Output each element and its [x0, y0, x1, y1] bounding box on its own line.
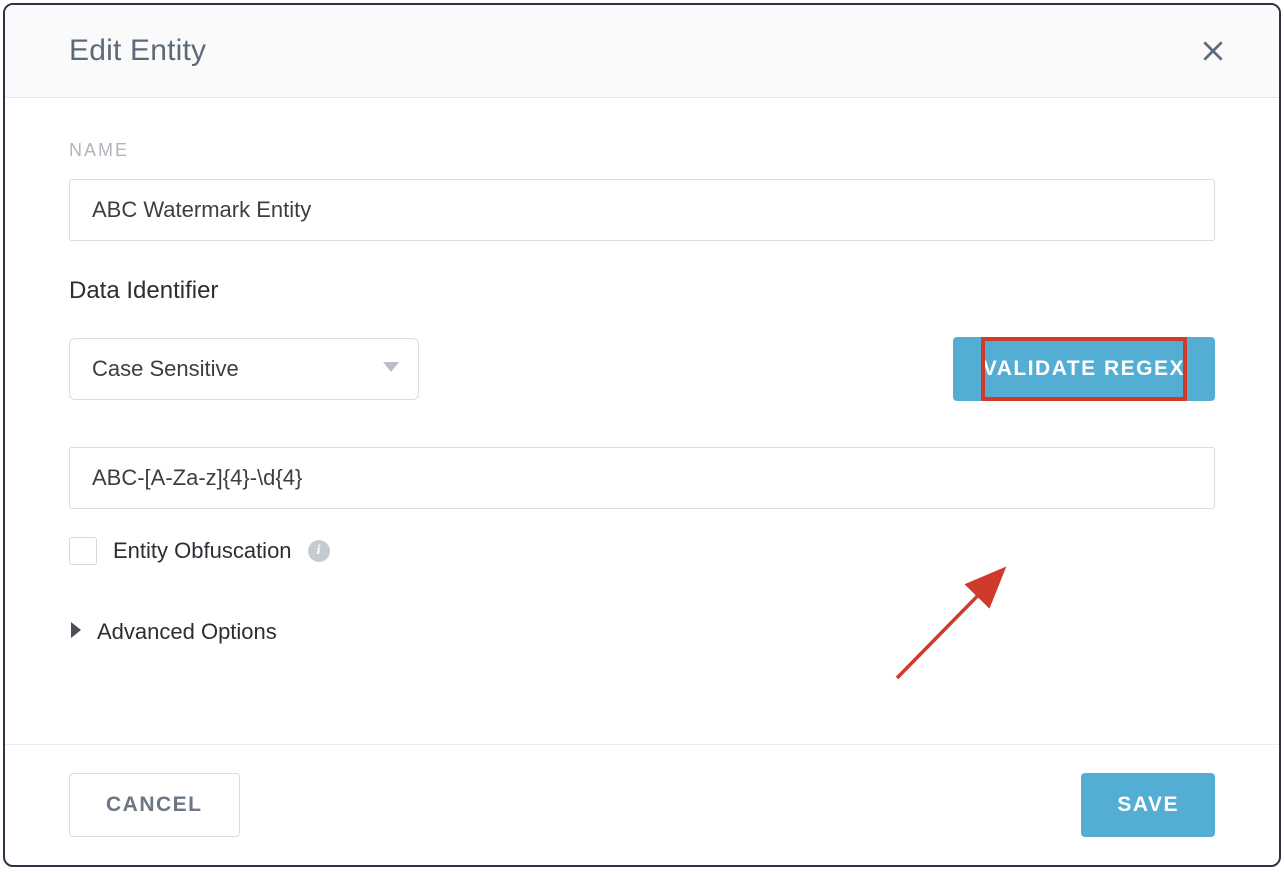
cancel-button[interactable]: CANCEL [69, 773, 240, 837]
advanced-options-toggle[interactable]: Advanced Options [69, 619, 1215, 645]
advanced-options-label: Advanced Options [97, 619, 277, 645]
caret-right-icon [69, 622, 83, 643]
edit-entity-modal: Edit Entity NAME Data Identifier Case Se… [3, 3, 1281, 867]
data-identifier-row: Case Sensitive VALIDATE REGEX [69, 337, 1215, 401]
data-identifier-heading: Data Identifier [69, 277, 1215, 305]
modal-footer: CANCEL SAVE [5, 744, 1279, 865]
entity-obfuscation-label: Entity Obfuscation [113, 538, 292, 564]
regex-input[interactable] [69, 447, 1215, 509]
close-icon [1200, 38, 1226, 64]
validate-regex-button[interactable]: VALIDATE REGEX [953, 337, 1215, 401]
modal-title: Edit Entity [69, 34, 206, 68]
name-input[interactable] [69, 179, 1215, 241]
save-button[interactable]: SAVE [1081, 773, 1215, 837]
cancel-label: CANCEL [106, 793, 203, 816]
close-button[interactable] [1195, 33, 1231, 69]
entity-obfuscation-checkbox[interactable] [69, 537, 97, 565]
entity-obfuscation-row: Entity Obfuscation i [69, 537, 1215, 565]
modal-header: Edit Entity [5, 5, 1279, 98]
info-icon: i [308, 540, 330, 562]
validate-regex-label: VALIDATE REGEX [983, 357, 1185, 380]
case-mode-selected: Case Sensitive [92, 356, 239, 382]
save-label: SAVE [1117, 793, 1179, 816]
name-label: NAME [69, 140, 1215, 161]
case-mode-select[interactable]: Case Sensitive [69, 338, 419, 400]
modal-body: NAME Data Identifier Case Sensitive VALI… [5, 98, 1279, 744]
